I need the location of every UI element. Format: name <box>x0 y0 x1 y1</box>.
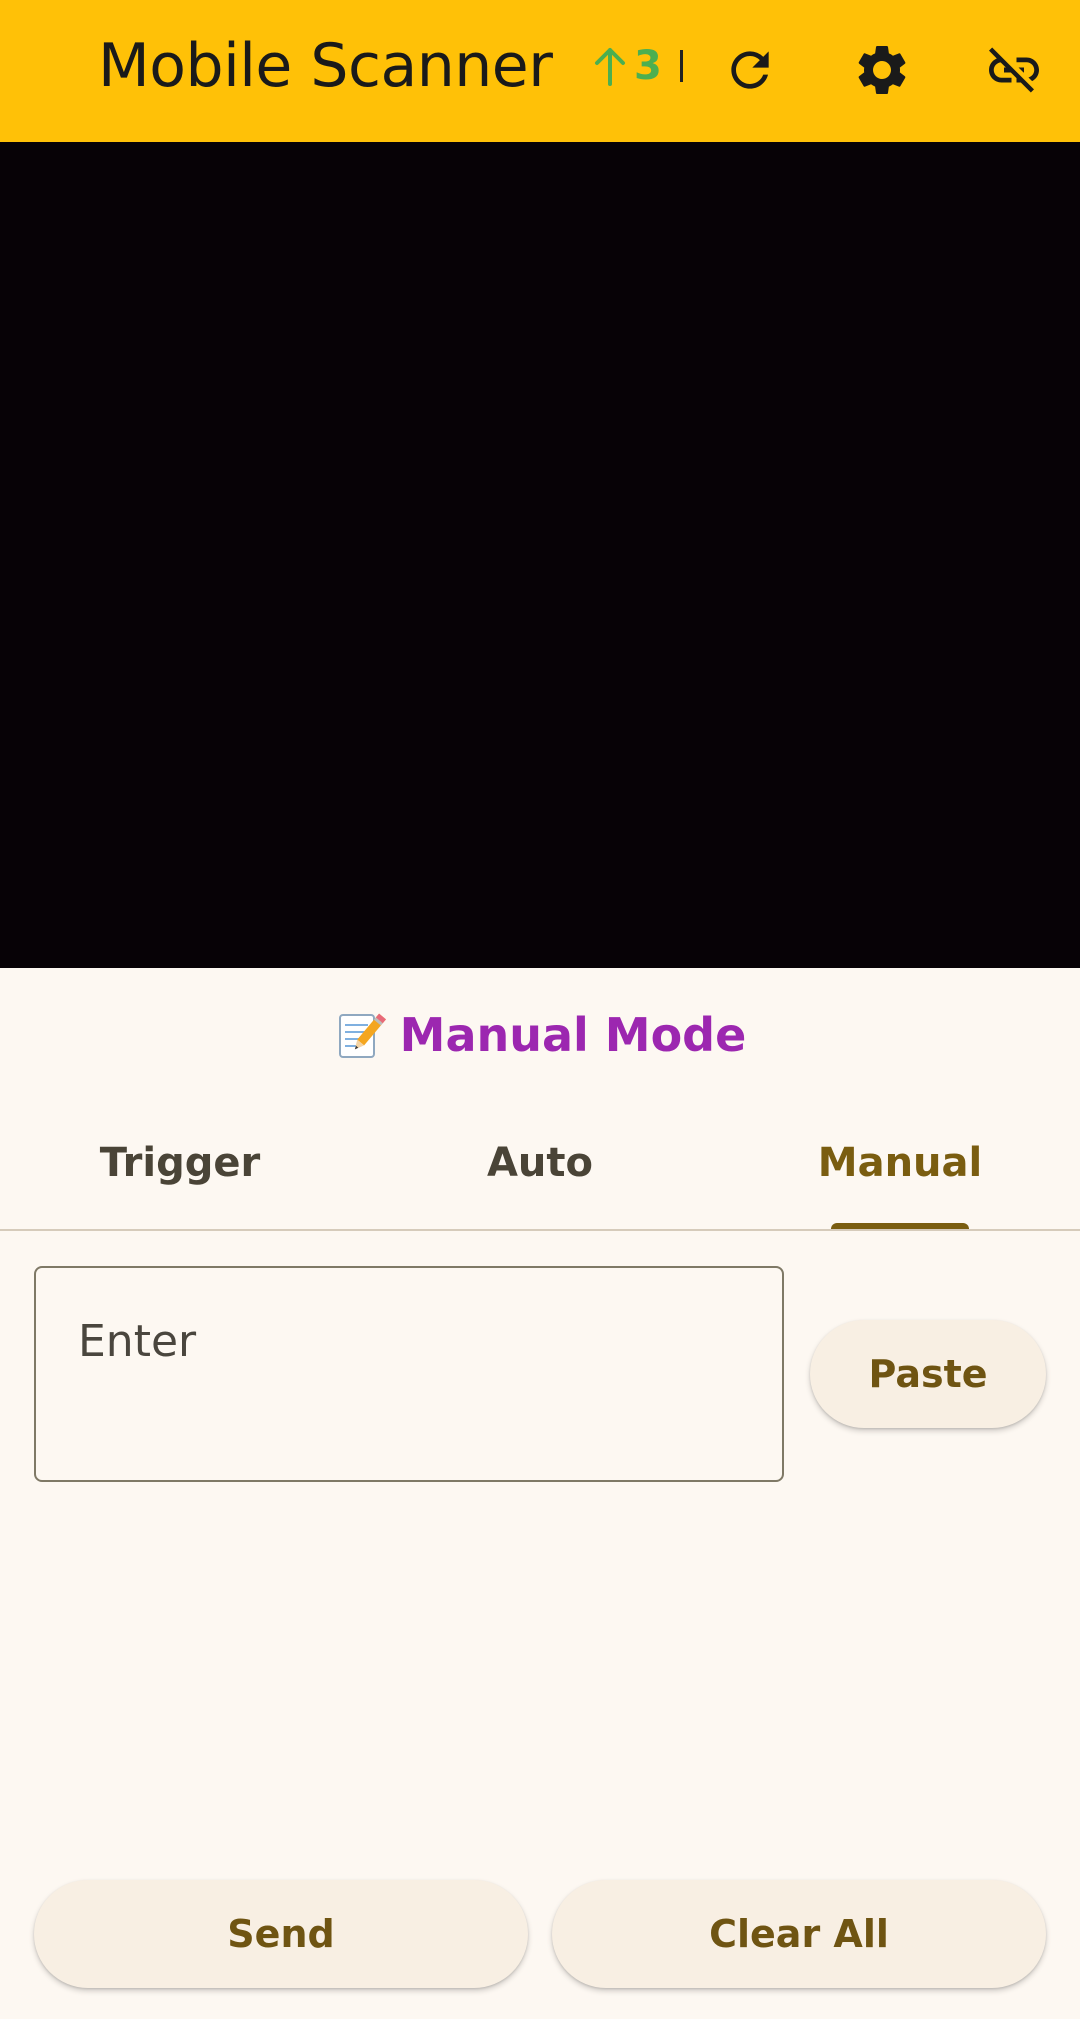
tab-trigger[interactable]: Trigger <box>0 1120 360 1230</box>
upload-status: 3 <box>592 40 683 92</box>
tab-manual-label: Manual <box>817 1140 983 1186</box>
connection-button[interactable] <box>974 30 1054 110</box>
entry-placeholder: Enter <box>78 1316 197 1367</box>
upload-count: 3 <box>634 43 662 89</box>
clear-all-button[interactable]: Clear All <box>552 1880 1046 1988</box>
refresh-button[interactable] <box>710 30 790 110</box>
mode-label: Manual Mode <box>399 1008 747 1062</box>
send-button-label: Send <box>227 1912 335 1956</box>
paste-button[interactable]: Paste <box>810 1320 1046 1428</box>
arrow-upward-icon <box>595 48 625 86</box>
tab-divider <box>0 1229 1080 1231</box>
paste-button-label: Paste <box>868 1352 988 1396</box>
mode-title: Manual Mode <box>0 1000 1080 1070</box>
send-button[interactable]: Send <box>34 1880 528 1988</box>
manual-entry-input[interactable]: Enter <box>34 1266 784 1482</box>
tab-manual[interactable]: Manual <box>720 1120 1080 1230</box>
tab-trigger-label: Trigger <box>99 1140 261 1186</box>
app-bar: Mobile Scanner 3 <box>0 0 1080 142</box>
tab-auto-label: Auto <box>486 1140 594 1186</box>
link-off-icon <box>989 47 1039 93</box>
mode-tabs: Trigger Auto Manual <box>0 1120 1080 1230</box>
tab-auto[interactable]: Auto <box>360 1120 720 1230</box>
refresh-icon <box>731 51 769 89</box>
status-divider <box>679 50 683 82</box>
camera-preview <box>0 142 1080 968</box>
memo-pencil-icon <box>338 1013 386 1058</box>
settings-icon <box>858 45 906 94</box>
clear-all-button-label: Clear All <box>709 1912 889 1956</box>
settings-button[interactable] <box>842 30 922 110</box>
app-title: Mobile Scanner <box>98 31 553 101</box>
